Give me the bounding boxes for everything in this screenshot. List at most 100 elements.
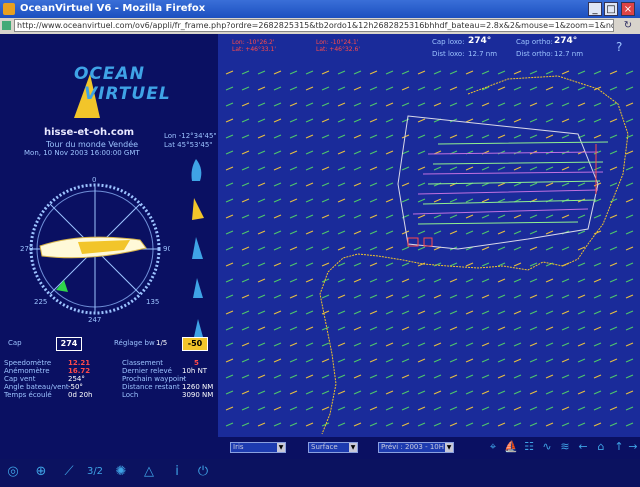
wind-barb <box>449 230 458 235</box>
zoom-map-icon[interactable]: ⌖ <box>486 440 500 454</box>
wind-barb <box>385 86 394 91</box>
arrow-left-icon[interactable]: ← <box>576 440 590 454</box>
map-canvas[interactable] <box>218 34 640 437</box>
wind-barb <box>337 134 346 139</box>
wind-barb <box>225 70 234 75</box>
wind-barb <box>513 246 522 251</box>
compass-icon[interactable]: ⊕ <box>32 463 50 481</box>
close-button[interactable]: × <box>621 2 635 16</box>
wind-barb <box>529 166 538 171</box>
track-icon[interactable]: ∿ <box>540 440 554 454</box>
boat-marker[interactable] <box>423 237 433 247</box>
wind-barb <box>545 214 554 219</box>
home-icon[interactable]: ⌂ <box>594 440 608 454</box>
wind-barb <box>497 118 506 123</box>
wind-barb <box>545 102 554 107</box>
help-icon[interactable]: ? <box>616 40 622 54</box>
reglage-label: Réglage bw <box>114 339 155 347</box>
forecast-select[interactable]: Prévi : 2003 - 10H J1 ▼ <box>378 442 454 453</box>
rocket-icon[interactable]: ⟋ <box>60 463 78 481</box>
sail-genoa-icon[interactable] <box>190 198 204 220</box>
heading-row: Cap 274 Réglage bw 1/5 -50 <box>4 337 214 351</box>
warning-icon[interactable]: △ <box>140 463 158 481</box>
wind-barb <box>289 278 298 283</box>
sail-storm-icon[interactable] <box>190 315 204 337</box>
info-icon[interactable]: i <box>168 463 186 481</box>
wind-barb <box>449 198 458 203</box>
wind-barb <box>561 118 570 123</box>
stats-row: Temps écoulé 0d 20h Loch 3090 NM <box>4 391 214 399</box>
race-name: Tour du monde Vendée <box>46 140 139 149</box>
maximize-button[interactable]: □ <box>604 2 618 16</box>
wind-barb <box>401 70 410 75</box>
wind-barb <box>225 86 234 91</box>
wind-barb <box>417 118 426 123</box>
arrow-up-icon[interactable]: ↑ <box>612 440 626 454</box>
wind-barb <box>369 374 378 379</box>
wind-barb <box>577 406 586 411</box>
level-select[interactable]: Surface ▼ <box>308 442 358 453</box>
compass-rose[interactable]: 0 90 270 135 225 247 <box>20 174 170 324</box>
wind-barb <box>609 422 618 427</box>
arrow-right-icon[interactable]: → <box>626 440 640 454</box>
wind-barb <box>609 326 618 331</box>
wind-barb <box>577 86 586 91</box>
wind-barb <box>529 182 538 187</box>
sail-staysail-icon[interactable] <box>190 276 204 298</box>
wind-barb <box>561 406 570 411</box>
stat-value: 1260 NM <box>182 383 214 391</box>
wind-barb <box>545 374 554 379</box>
half-icon[interactable]: 3/2 <box>86 463 104 481</box>
wind-barb <box>385 342 394 347</box>
wind-barb <box>513 310 522 315</box>
wind-barb <box>545 246 554 251</box>
wind-barb <box>609 230 618 235</box>
wind-barb <box>273 246 282 251</box>
url-field[interactable]: http://www.oceanvirtuel.com/ov6/appli/fr… <box>14 19 614 32</box>
wind-barb <box>609 182 618 187</box>
wind-barb <box>481 246 490 251</box>
wind-barb <box>385 246 394 251</box>
fleet-icon[interactable]: ☷ <box>522 440 536 454</box>
wind-barb <box>449 326 458 331</box>
sail-jib-icon[interactable] <box>190 237 204 259</box>
sail-spinnaker-icon[interactable] <box>190 159 204 181</box>
wind-barb <box>289 198 298 203</box>
wind-barb <box>481 134 490 139</box>
layer-select[interactable]: Iris ▼ <box>230 442 286 453</box>
power-icon[interactable]: ⏻ <box>194 463 212 481</box>
wind-barb <box>481 342 490 347</box>
stat-value: 10h NT <box>182 367 208 375</box>
wind-barb <box>529 326 538 331</box>
window-titlebar: OceanVirtuel V6 - Mozilla Firefox _ □ × <box>0 0 640 18</box>
wind-barb <box>289 422 298 427</box>
cap-input[interactable]: 274 <box>56 337 82 351</box>
wind-barb <box>449 294 458 299</box>
wind-barb <box>481 262 490 267</box>
wind-barb <box>337 150 346 155</box>
wind-barb <box>353 422 362 427</box>
wind-barb <box>225 374 234 379</box>
wind-icon[interactable]: ≋ <box>558 440 572 454</box>
wind-barb <box>465 70 474 75</box>
wind-barb <box>225 118 234 123</box>
wind-barb <box>369 390 378 395</box>
wind-barb <box>433 406 442 411</box>
target-icon[interactable]: ◎ <box>4 463 22 481</box>
go-icon[interactable]: ↻ <box>622 20 634 32</box>
wind-barb <box>241 86 250 91</box>
race-date: Mon, 10 Nov 2003 16:00:00 GMT <box>24 149 140 157</box>
minimize-button[interactable]: _ <box>588 2 602 16</box>
weather-map[interactable]: Lon: -10°26.2' Lat: +46°33.1' Lon: -10°24… <box>218 34 640 437</box>
reglage-input[interactable]: -50 <box>182 337 208 351</box>
radar-icon[interactable]: ✺ <box>112 463 130 481</box>
wind-barb <box>353 70 362 75</box>
wind-barb <box>625 246 634 251</box>
wind-barb <box>449 134 458 139</box>
wind-barb <box>241 182 250 187</box>
wind-barb <box>529 390 538 395</box>
wind-barb <box>497 134 506 139</box>
wind-barb <box>529 118 538 123</box>
wind-barb <box>577 246 586 251</box>
boats-icon[interactable]: ⛵ <box>504 440 518 454</box>
